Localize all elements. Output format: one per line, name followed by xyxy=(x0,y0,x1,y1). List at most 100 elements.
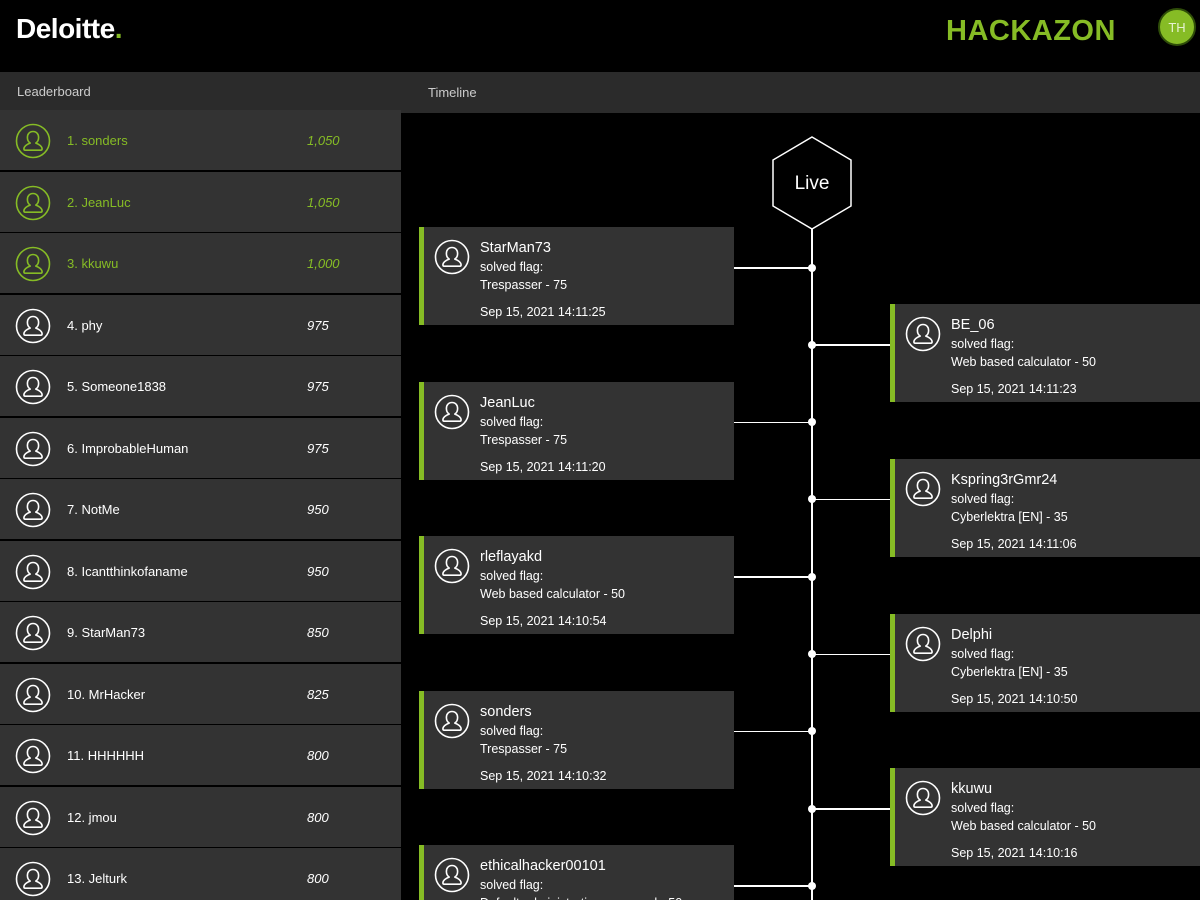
user-avatar-button[interactable]: TH xyxy=(1158,8,1196,46)
leaderboard-name: 9. StarMan73 xyxy=(67,625,146,640)
live-hexagon: Live xyxy=(772,136,852,230)
hackazon-title: HACKAZON xyxy=(946,15,1116,47)
leaderboard-score: 800 xyxy=(307,809,329,825)
event-timestamp: Sep 15, 2021 14:11:20 xyxy=(480,459,606,474)
user-avatar-icon xyxy=(15,738,51,774)
event-timestamp: Sep 15, 2021 14:10:54 xyxy=(480,614,607,629)
leaderboard-row[interactable]: 9. StarMan73 850 xyxy=(0,602,401,662)
timeline-connector xyxy=(812,653,890,655)
leaderboard-row[interactable]: 11. HHHHHH 800 xyxy=(0,725,401,785)
event-flag: Trespasser - 75 xyxy=(480,741,568,756)
user-avatar-icon xyxy=(15,554,51,590)
event-flag: Cyberlektra [EN] - 35 xyxy=(951,509,1068,524)
leaderboard-score: 850 xyxy=(307,625,329,640)
timeline-event-card[interactable]: BE_06 solved flag: Web based calculator … xyxy=(890,304,1200,403)
leaderboard-name: 12. jmou xyxy=(67,809,117,825)
event-timestamp: Sep 15, 2021 14:11:25 xyxy=(480,305,606,319)
event-username: Delphi xyxy=(951,626,993,643)
leaderboard-name: 7. NotMe xyxy=(67,502,120,517)
user-avatar-icon xyxy=(15,246,51,282)
leaderboard-row[interactable]: 1. sonders 1,050 xyxy=(0,110,401,170)
event-action: solved flag: xyxy=(480,260,544,274)
event-flag: Default administrative password - 50 xyxy=(480,896,682,900)
timeline-event-card[interactable]: sonders solved flag: Trespasser - 75 Sep… xyxy=(419,690,734,789)
event-flag: Trespasser - 75 xyxy=(480,278,568,292)
event-timestamp: Sep 15, 2021 14:10:50 xyxy=(951,691,1078,706)
user-avatar-icon xyxy=(905,316,941,352)
timeline-event-card[interactable]: rleflayakd solved flag: Web based calcul… xyxy=(419,536,734,635)
leaderboard-name: 10. MrHacker xyxy=(67,686,146,702)
user-avatar-icon xyxy=(15,123,51,159)
event-flag: Web based calculator - 50 xyxy=(951,819,1096,834)
timeline-connector xyxy=(812,808,890,810)
timeline-event-card[interactable]: ethicalhacker00101 solved flag: Default … xyxy=(419,845,734,900)
leaderboard-row[interactable]: 7. NotMe 950 xyxy=(0,479,401,539)
user-avatar-icon xyxy=(15,308,51,344)
deloitte-logo[interactable]: Deloitte. xyxy=(16,13,122,45)
user-avatar-icon xyxy=(15,185,51,221)
user-avatar-icon xyxy=(15,861,51,897)
live-label: Live xyxy=(795,173,830,194)
timeline-event-card[interactable]: JeanLuc solved flag: Trespasser - 75 Sep… xyxy=(419,381,734,480)
leaderboard-row[interactable]: 8. Icantthinkofaname 950 xyxy=(0,540,401,601)
user-avatar-icon xyxy=(15,369,51,405)
timeline-node xyxy=(808,495,816,504)
leaderboard-score: 1,050 xyxy=(307,133,340,148)
leaderboard-score: 825 xyxy=(307,686,329,702)
leaderboard-name: 6. ImprobableHuman xyxy=(67,440,189,456)
leaderboard-score: 975 xyxy=(307,440,329,456)
leaderboard-row[interactable]: 4. phy 975 xyxy=(0,294,401,355)
user-avatar-icon xyxy=(15,615,51,651)
leaderboard-name: 5. Someone1838 xyxy=(67,379,167,394)
user-avatar-icon xyxy=(434,239,470,275)
event-action: solved flag: xyxy=(480,414,544,429)
leaderboard-row[interactable]: 10. MrHacker 825 xyxy=(0,663,401,724)
leaderboard-name: 3. kkuwu xyxy=(67,256,119,271)
event-timestamp: Sep 15, 2021 14:10:32 xyxy=(480,768,607,783)
event-username: sonders xyxy=(480,703,532,720)
event-timestamp: Sep 15, 2021 14:11:23 xyxy=(951,382,1077,397)
user-avatar-icon xyxy=(434,394,470,430)
timeline-connector xyxy=(734,885,812,887)
leaderboard-row[interactable]: 13. Jelturk 800 xyxy=(0,848,401,900)
leaderboard-score: 975 xyxy=(307,317,329,333)
timeline-node xyxy=(808,418,816,427)
event-username: rleflayakd xyxy=(480,549,543,566)
event-timestamp: Sep 15, 2021 14:10:16 xyxy=(951,846,1078,861)
timeline-event-card[interactable]: Delphi solved flag: Cyberlektra [EN] - 3… xyxy=(890,613,1200,712)
timeline-node xyxy=(808,650,816,658)
leaderboard-row[interactable]: 6. ImprobableHuman 975 xyxy=(0,417,401,478)
user-avatar-icon xyxy=(905,780,941,816)
timeline-event-card[interactable]: kkuwu solved flag: Web based calculator … xyxy=(890,768,1200,867)
timeline-connector xyxy=(734,421,812,424)
user-avatar-icon xyxy=(15,431,51,467)
leaderboard-row[interactable]: 2. JeanLuc 1,050 xyxy=(0,171,401,232)
event-action: solved flag: xyxy=(951,491,1015,506)
event-action: solved flag: xyxy=(951,801,1015,816)
timeline-node xyxy=(808,572,816,581)
event-timestamp: Sep 15, 2021 14:11:06 xyxy=(951,536,1077,551)
user-avatar-icon xyxy=(15,677,51,713)
event-username: BE_06 xyxy=(951,317,995,334)
leaderboard-title: Leaderboard xyxy=(0,72,401,110)
leaderboard-row[interactable]: 12. jmou 800 xyxy=(0,786,401,847)
event-flag: Cyberlektra [EN] - 35 xyxy=(951,664,1068,679)
event-flag: Trespasser - 75 xyxy=(480,432,568,447)
leaderboard-row[interactable]: 5. Someone1838 975 xyxy=(0,356,401,416)
timeline-event-card[interactable]: Kspring3rGmr24 solved flag: Cyberlektra … xyxy=(890,458,1200,557)
leaderboard-name: 13. Jelturk xyxy=(67,871,127,886)
event-flag: Web based calculator - 50 xyxy=(480,587,625,602)
leaderboard-name: 11. HHHHHH xyxy=(67,748,145,763)
leaderboard-name: 1. sonders xyxy=(67,133,128,148)
event-username: ethicalhacker00101 xyxy=(480,858,606,875)
leaderboard-row[interactable]: 3. kkuwu 1,000 xyxy=(0,233,401,293)
timeline-axis xyxy=(811,227,813,900)
event-username: JeanLuc xyxy=(480,394,535,411)
user-avatar-icon xyxy=(905,626,941,662)
timeline-event-card[interactable]: StarMan73 solved flag: Trespasser - 75 S… xyxy=(419,227,734,325)
event-username: Kspring3rGmr24 xyxy=(951,471,1058,488)
leaderboard-score: 950 xyxy=(307,563,329,579)
user-avatar-icon xyxy=(15,492,51,528)
timeline-connector xyxy=(734,267,812,269)
leaderboard-name: 4. phy xyxy=(67,317,103,333)
